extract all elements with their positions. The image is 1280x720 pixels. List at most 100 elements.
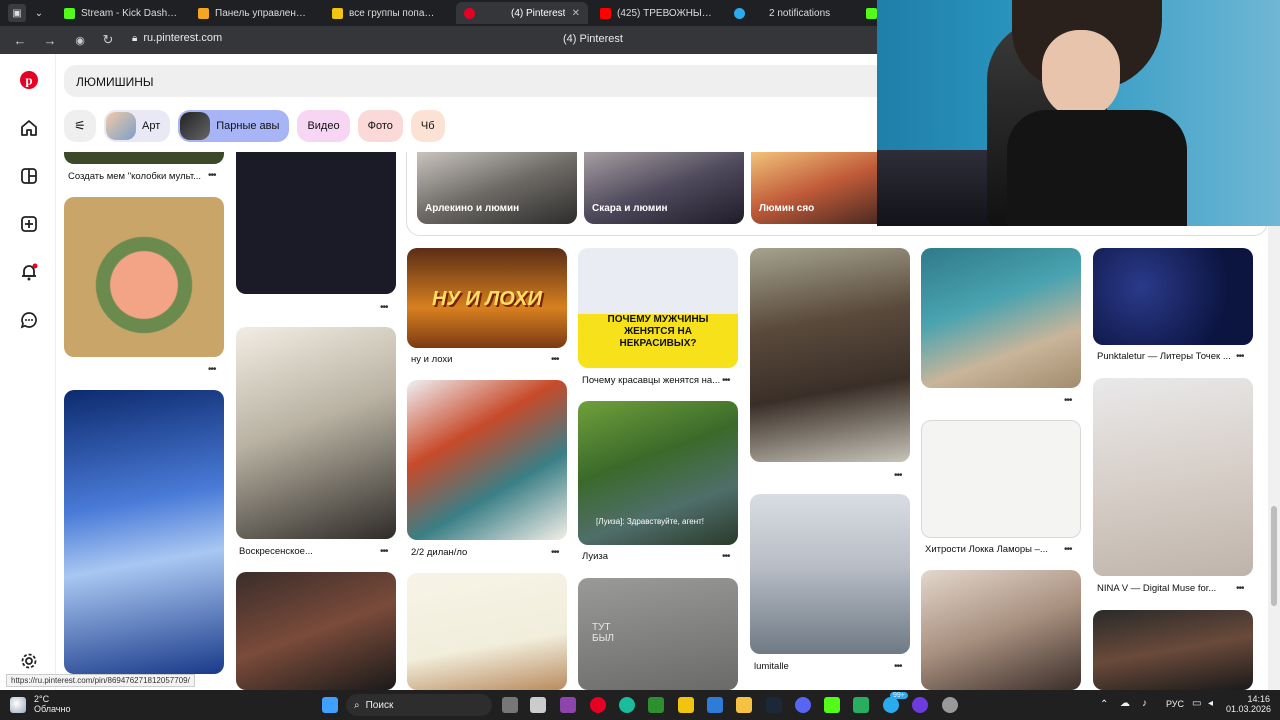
pin-title[interactable]: lumitalle	[754, 661, 789, 672]
chip-bw[interactable]: Чб	[410, 110, 445, 142]
pin-nu-i-lohi-image[interactable]: НУ И ЛОХИ	[407, 248, 567, 348]
pin-image[interactable]	[64, 152, 224, 164]
scroll-thumb[interactable]	[1271, 506, 1277, 606]
pin-title[interactable]: Создать мем "колобки мульт...	[68, 171, 208, 182]
discord-icon[interactable]	[795, 697, 811, 713]
board-card[interactable]: Скара и люмин	[584, 152, 744, 224]
pin-portrait-image[interactable]	[236, 327, 396, 539]
explore-icon[interactable]	[18, 165, 40, 187]
pin-man-portrait-image[interactable]	[921, 570, 1081, 690]
more-options-icon[interactable]: •••	[722, 551, 730, 562]
tab-youtube[interactable]: (425) ТРЕВОЖНЫЕ истор	[592, 2, 722, 24]
more-options-icon[interactable]: •••	[1236, 351, 1244, 362]
taskbar-search[interactable]: ⌕ Поиск	[346, 694, 492, 716]
more-options-icon[interactable]: •••	[1064, 395, 1072, 406]
onedrive-icon[interactable]: ☁	[1120, 698, 1130, 709]
tab-list-chevron-icon[interactable]: ⌄	[30, 4, 48, 22]
more-options-icon[interactable]: •••	[208, 364, 216, 375]
pin-anime-art-image[interactable]	[64, 390, 224, 674]
weather-icon[interactable]	[10, 697, 26, 713]
tab-telegram[interactable]: 2 notifications	[726, 2, 856, 24]
microphone-icon[interactable]: ♪	[1142, 698, 1147, 709]
pin-stars-image[interactable]	[1093, 248, 1253, 345]
pin-nina-image[interactable]	[1093, 378, 1253, 576]
tray-chevron-icon[interactable]: ⌃	[1100, 699, 1108, 710]
pin-smesharik-image[interactable]	[64, 197, 224, 357]
shield-icon[interactable]: ◉	[72, 32, 88, 48]
pin-tut-byl-image[interactable]: ТУТ БЫЛ	[578, 578, 738, 690]
pin-shirt-image[interactable]	[236, 152, 396, 294]
app-icon[interactable]	[942, 697, 958, 713]
pin-luiza-image[interactable]: [Луиза]: Здравствуйте, агент!	[578, 401, 738, 545]
pin-macron-image[interactable]: ПОЧЕМУ МУЖЧИНЫ ЖЕНЯТСЯ НА НЕКРАСИВЫХ?	[578, 248, 738, 368]
store-icon[interactable]	[648, 697, 664, 713]
tab-groups[interactable]: все группы попадан	[324, 2, 444, 24]
pin-title[interactable]: Луиза	[582, 551, 608, 562]
clock[interactable]: 14:16 01.03.2026	[1226, 694, 1271, 714]
more-options-icon[interactable]: •••	[208, 170, 216, 181]
task-view-icon[interactable]	[502, 697, 518, 713]
more-options-icon[interactable]: •••	[894, 661, 902, 672]
more-options-icon[interactable]: •••	[551, 547, 559, 558]
chip-art[interactable]: Арт	[104, 110, 171, 142]
app-icon[interactable]	[560, 697, 576, 713]
chip-photo[interactable]: Фото	[357, 110, 403, 142]
pin-title[interactable]: Почему красавцы женятся на...	[582, 375, 722, 386]
pinterest-logo-icon[interactable]: p	[18, 69, 40, 91]
page-scrollbar[interactable]	[1268, 226, 1280, 690]
pin-map-image[interactable]	[921, 420, 1081, 538]
messages-icon[interactable]	[18, 309, 40, 331]
tab-pinterest[interactable]: (4) Pinterest ✕	[456, 2, 588, 24]
notifications-bell-icon[interactable]	[18, 261, 40, 283]
board-card[interactable]: Арлекино и люмин	[417, 152, 577, 224]
pin-title[interactable]: NINA V — Digital Muse for...	[1097, 583, 1229, 594]
pin-selfie-image[interactable]	[236, 572, 396, 690]
language-indicator[interactable]: РУС	[1166, 699, 1184, 709]
pin-title[interactable]: 2/2 дилан/ло	[411, 547, 467, 558]
edge-icon[interactable]	[619, 697, 635, 713]
pin-title[interactable]: ну и лохи	[411, 354, 452, 365]
kick-icon[interactable]	[824, 697, 840, 713]
windows-start-icon[interactable]	[322, 697, 338, 713]
filter-settings-button[interactable]: ⚟	[64, 110, 96, 142]
more-options-icon[interactable]: •••	[894, 470, 902, 481]
pin-lumitalle-image[interactable]	[750, 494, 910, 654]
more-options-icon[interactable]: •••	[551, 354, 559, 365]
obs-icon[interactable]	[912, 697, 928, 713]
pin-dilan-image[interactable]	[407, 380, 567, 540]
mail-icon[interactable]	[707, 697, 723, 713]
browser-menu-icon[interactable]: ▣	[8, 4, 26, 22]
create-icon[interactable]	[18, 213, 40, 235]
board-card[interactable]: Люмин сяо	[751, 152, 879, 224]
chip-couple-avatars[interactable]: Парные авы	[178, 110, 290, 142]
pin-face-image[interactable]	[1093, 610, 1253, 690]
volume-icon[interactable]: ◂	[1208, 698, 1213, 709]
pin-title[interactable]: Воскресенское...	[239, 546, 359, 557]
pin-title[interactable]: Хитрости Локка Ламоры –...	[925, 544, 1049, 555]
app-icon[interactable]	[678, 697, 694, 713]
tab-close-icon[interactable]: ✕	[572, 8, 580, 19]
more-options-icon[interactable]: •••	[1064, 544, 1072, 555]
home-icon[interactable]	[18, 117, 40, 139]
app-icon[interactable]	[853, 697, 869, 713]
pin-minecraft-image[interactable]	[407, 573, 567, 690]
pin-title[interactable]: Punktaletur — Литеры Точек ...	[1097, 351, 1239, 362]
more-options-icon[interactable]: •••	[722, 375, 730, 386]
notepad-icon[interactable]	[530, 697, 546, 713]
search-input[interactable]: ЛЮМИШИНЫ	[64, 65, 877, 97]
more-options-icon[interactable]: •••	[380, 546, 388, 557]
network-icon[interactable]: ▭	[1192, 698, 1201, 709]
tab-kick[interactable]: Stream - Kick Dashboard	[56, 2, 186, 24]
file-explorer-icon[interactable]	[736, 697, 752, 713]
forward-icon[interactable]: →	[42, 32, 58, 48]
more-options-icon[interactable]: •••	[380, 302, 388, 313]
more-options-icon[interactable]: •••	[1236, 583, 1244, 594]
settings-gear-icon[interactable]	[18, 650, 40, 672]
yandex-browser-icon[interactable]	[590, 697, 606, 713]
pin-minecraft-runner-image[interactable]	[921, 248, 1081, 388]
reload-icon[interactable]: ↻	[100, 32, 116, 48]
tab-kick-2[interactable]	[858, 2, 878, 24]
chip-video[interactable]: Видео	[297, 110, 350, 142]
tab-dashboard[interactable]: Панель управления - Dor	[190, 2, 318, 24]
telegram-icon[interactable]	[883, 697, 899, 713]
